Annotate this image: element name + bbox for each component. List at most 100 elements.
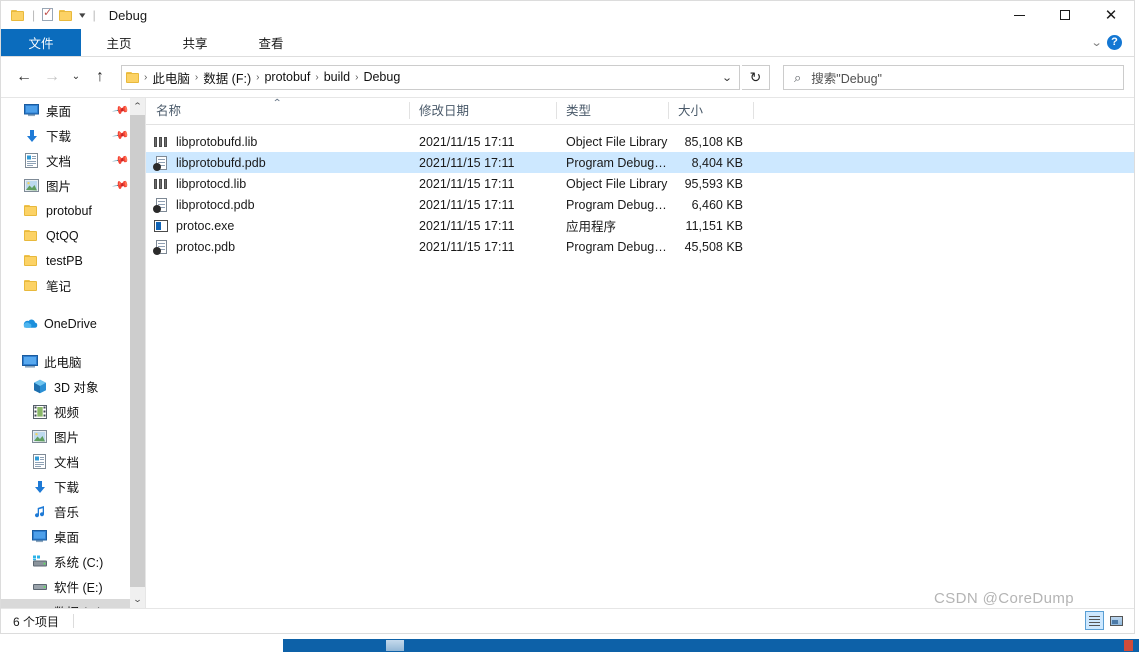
column-header-date[interactable]: 修改日期 [409,98,556,124]
breadcrumb-debug[interactable]: Debug [359,67,404,88]
sidebar-item-3d-objects[interactable]: 3D 对象 [1,374,145,399]
close-button[interactable]: ✕ [1088,1,1134,29]
file-name: libprotobufd.lib [176,134,258,149]
scroll-up-icon[interactable]: ⌃ [128,98,145,115]
download-icon [23,128,40,144]
sidebar-item-this-pc[interactable]: 此电脑 [1,349,145,374]
pin-icon[interactable]: 📌 [112,126,131,145]
tab-share[interactable]: 共享 [157,29,233,56]
up-button[interactable]: ↑ [87,64,113,90]
sidebar-item-qtqq[interactable]: QtQQ [1,223,145,248]
status-divider [73,614,75,628]
sidebar-item-testpb[interactable]: testPB [1,248,145,273]
download-icon [31,479,48,495]
taskbar-tray-icon[interactable] [1124,640,1133,651]
status-bar: 6 个项目 [1,608,1134,633]
maximize-button[interactable] [1042,1,1088,29]
page-right-edge [1135,0,1139,639]
title-bar: | ▾ | Debug ✕ [1,1,1134,29]
sidebar-item-videos[interactable]: 视频 [1,399,145,424]
documents-icon [23,153,40,169]
sidebar-label: 此电脑 [44,356,82,370]
window-title: Debug [108,7,148,23]
new-folder-icon[interactable] [59,9,74,22]
sidebar-label: OneDrive [44,316,97,331]
recent-locations-button[interactable]: ⌄ [67,64,85,90]
sidebar-item-notes[interactable]: 笔记 [1,273,145,298]
search-input[interactable]: 搜索"Debug" [811,68,882,87]
column-header-name[interactable]: 名称 ⌃ [146,98,409,124]
chevron-down-icon[interactable]: ▾ [76,10,88,20]
breadcrumb-this-pc[interactable]: 此电脑 [148,67,194,88]
sidebar-item-desktop-qa[interactable]: 桌面 📌 [1,98,145,123]
sidebar-item-drive-f[interactable]: 数据 (F:) [1,599,145,608]
file-size-cell: 45,508 KB [684,239,743,254]
breadcrumb-protobuf[interactable]: protobuf [260,67,314,88]
explorer-body: 桌面 📌 下载 📌 文档 📌 图片 📌 protobuf QtQQ testPB… [1,97,1134,608]
file-name: protoc.exe [176,218,235,233]
sidebar-item-pictures-qa[interactable]: 图片 📌 [1,173,145,198]
tab-view[interactable]: 查看 [233,29,309,56]
3d-objects-icon [31,379,48,395]
scroll-down-icon[interactable]: ⌄ [128,591,145,608]
column-header-type[interactable]: 类型 [556,98,668,124]
folder-icon[interactable] [11,9,26,22]
details-view-button[interactable] [1085,611,1104,630]
file-size-cell: 85,108 KB [684,134,743,149]
sidebar-label: 下载 [46,130,72,144]
application-icon [153,218,169,234]
windows-drive-icon [31,554,48,570]
tab-file[interactable]: 文件 [1,29,81,56]
navigation-pane: 桌面 📌 下载 📌 文档 📌 图片 📌 protobuf QtQQ testPB… [1,98,145,608]
sidebar-item-drive-c[interactable]: 系统 (C:) [1,549,145,574]
view-mode-buttons [1085,611,1126,630]
sidebar-label: 桌面 [46,105,72,119]
expand-ribbon-icon[interactable]: ⌄ [1090,36,1102,49]
pin-icon[interactable]: 📌 [112,176,131,195]
sidebar-item-pictures[interactable]: 图片 [1,424,145,449]
sidebar-item-drive-e[interactable]: 软件 (E:) [1,574,145,599]
library-file-icon [153,176,169,192]
table-row[interactable]: libprotobufd.pdb 2021/11/15 17:11 Progra… [146,152,1134,173]
table-row[interactable]: libprotobufd.lib 2021/11/15 17:11 Object… [146,131,1134,152]
properties-icon[interactable] [41,6,55,22]
pin-icon[interactable]: 📌 [112,151,131,170]
table-row[interactable]: libprotocd.lib 2021/11/15 17:11 Object F… [146,173,1134,194]
taskbar-explorer-icon[interactable] [386,640,404,651]
file-name-cell: libprotobufd.pdb [146,155,409,171]
table-row[interactable]: protoc.exe 2021/11/15 17:11 应用程序 11,151 … [146,215,1134,236]
sidebar-label: 3D 对象 [54,381,99,395]
large-icons-view-icon [1110,615,1123,626]
table-row[interactable]: libprotocd.pdb 2021/11/15 17:11 Program … [146,194,1134,215]
column-header-row: 名称 ⌃ 修改日期 类型 大小 [146,98,1134,125]
breadcrumb-build[interactable]: build [320,67,354,88]
search-box[interactable]: ⌕ 搜索"Debug" [783,64,1124,90]
column-header-size[interactable]: 大小 [668,98,753,124]
minimize-button[interactable] [996,1,1042,29]
refresh-button[interactable]: ↻ [742,64,770,90]
address-bar[interactable]: › 此电脑 › 数据 (F:) › protobuf › build › Deb… [121,64,740,90]
sidebar-scrollbar[interactable]: ⌃ ⌄ [130,98,145,608]
sidebar-item-protobuf[interactable]: protobuf [1,198,145,223]
breadcrumb-drive-f[interactable]: 数据 (F:) [199,67,255,88]
back-button[interactable]: ← [11,64,37,90]
sidebar-item-documents-qa[interactable]: 文档 📌 [1,148,145,173]
sidebar-item-downloads[interactable]: 下载 [1,474,145,499]
large-icons-view-button[interactable] [1107,611,1126,630]
tab-home[interactable]: 主页 [81,29,157,56]
address-dropdown-icon[interactable]: ⌄ [715,66,739,89]
sidebar-item-desktop[interactable]: 桌面 [1,524,145,549]
file-size-cell: 6,460 KB [691,197,743,212]
scrollbar-thumb[interactable] [130,115,145,587]
sidebar-label: 视频 [54,406,80,420]
file-type-cell: Program Debug… [566,155,667,170]
sidebar-item-music[interactable]: 音乐 [1,499,145,524]
sidebar-item-downloads-qa[interactable]: 下载 📌 [1,123,145,148]
quick-access-toolbar: | ▾ | Debug [1,6,148,23]
file-type-cell: Object File Library [566,176,668,191]
maximize-icon [1060,10,1070,20]
help-icon[interactable]: ? [1107,35,1122,50]
table-row[interactable]: protoc.pdb 2021/11/15 17:11 Program Debu… [146,236,1134,257]
sidebar-item-documents[interactable]: 文档 [1,449,145,474]
sidebar-item-onedrive[interactable]: OneDrive [1,311,145,336]
